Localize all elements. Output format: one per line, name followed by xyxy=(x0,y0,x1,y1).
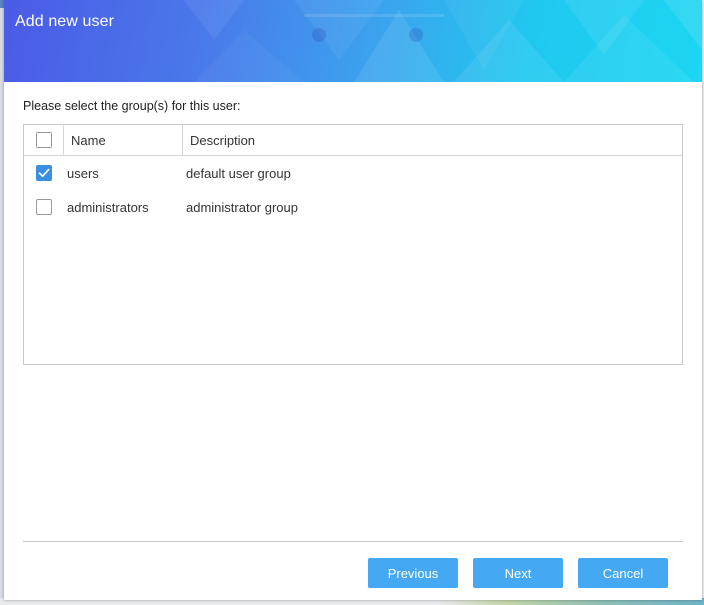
grid-header: Name Description xyxy=(24,125,682,156)
row-description: administrator group xyxy=(186,200,298,215)
dialog-header: Add new user xyxy=(4,0,702,82)
row-checkbox-administrators[interactable] xyxy=(36,199,52,215)
group-instruction-label: Please select the group(s) for this user… xyxy=(23,99,241,113)
column-header-description[interactable]: Description xyxy=(190,133,255,148)
previous-button[interactable]: Previous xyxy=(368,558,458,588)
table-row[interactable]: administrators administrator group xyxy=(24,190,682,224)
row-checkbox-users[interactable] xyxy=(36,165,52,181)
footer-divider xyxy=(23,541,683,542)
row-name: administrators xyxy=(67,200,149,215)
table-row[interactable]: users default user group xyxy=(24,156,682,190)
column-separator[interactable] xyxy=(63,125,64,155)
group-grid: Name Description users default user grou… xyxy=(23,124,683,365)
column-separator[interactable] xyxy=(182,125,183,155)
dialog-title: Add new user xyxy=(15,13,115,30)
cancel-button[interactable]: Cancel xyxy=(578,558,668,588)
column-header-name[interactable]: Name xyxy=(71,133,106,148)
select-all-checkbox[interactable] xyxy=(36,132,52,148)
row-description: default user group xyxy=(186,166,291,181)
check-icon xyxy=(38,168,50,178)
row-name: users xyxy=(67,166,99,181)
add-user-dialog: Add new user Please select the group(s) … xyxy=(4,0,702,600)
next-button[interactable]: Next xyxy=(473,558,563,588)
